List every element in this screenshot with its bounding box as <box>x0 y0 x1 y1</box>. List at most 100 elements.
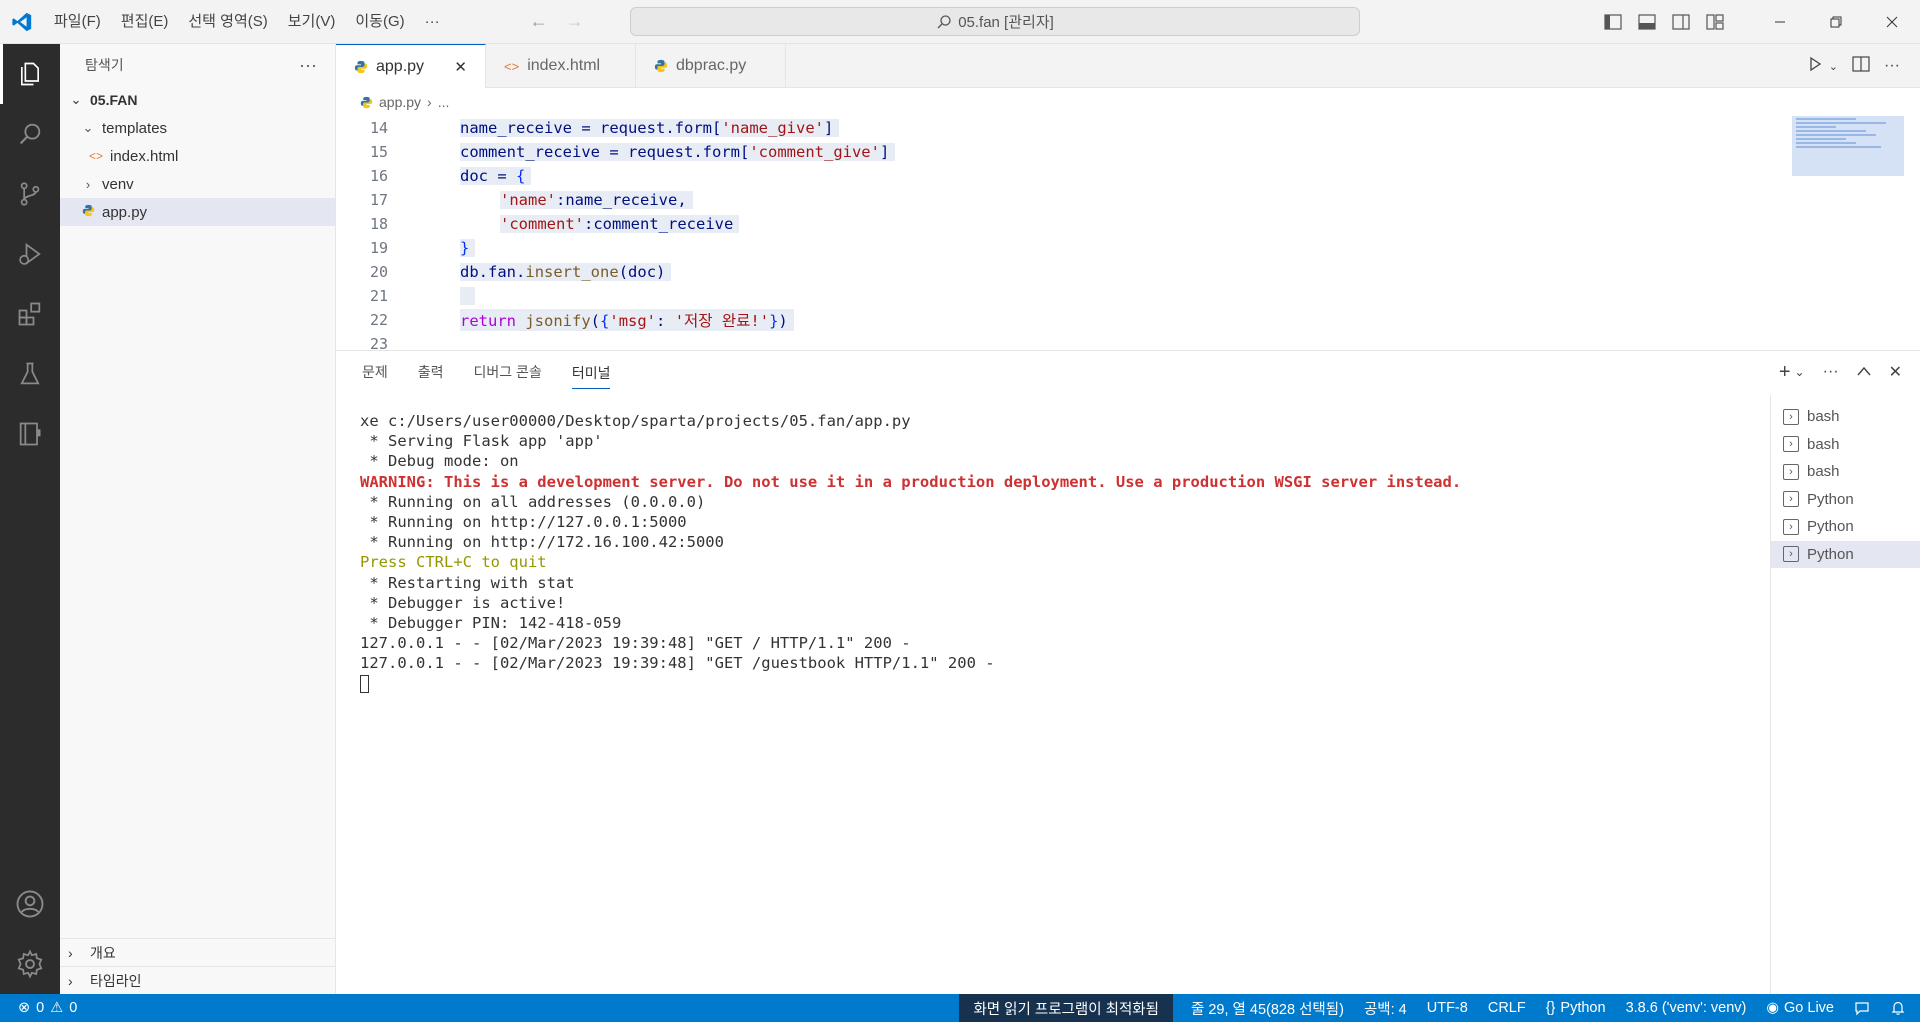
chevron-right-icon: › <box>68 972 73 989</box>
line-number: 14 <box>369 119 388 137</box>
tab-dbprac-py[interactable]: dbprac.py <box>636 44 786 88</box>
menu-view[interactable]: 보기(V) <box>278 7 346 37</box>
terminal-instance[interactable]: › Python <box>1771 540 1920 568</box>
tree-item-index-html[interactable]: <> index.html <box>60 142 335 170</box>
notifications-bell-icon[interactable] <box>1880 994 1920 1022</box>
line-number: 22 <box>369 311 388 329</box>
testing-flask-icon[interactable] <box>0 344 60 404</box>
search-icon <box>937 14 951 28</box>
code-editor[interactable]: 14 name_receive = request.form['name_giv… <box>336 116 1920 350</box>
run-python-icon[interactable] <box>1807 56 1823 77</box>
python-interpreter[interactable]: 3.8.6 ('venv': venv) <box>1616 994 1757 1022</box>
code-text: db.fan.insert_one(doc) <box>460 263 672 281</box>
run-debug-icon[interactable] <box>0 224 60 284</box>
menu-file[interactable]: 파일(F) <box>44 7 111 37</box>
feedback-icon[interactable] <box>1844 994 1880 1022</box>
accounts-icon[interactable] <box>0 874 60 934</box>
terminal-instance-label: bash <box>1807 435 1840 453</box>
go-live-button[interactable]: ◉ Go Live <box>1756 994 1844 1022</box>
breadcrumb-more[interactable]: ... <box>438 94 450 110</box>
code-line: 18 'comment':comment_receive <box>336 212 1920 236</box>
close-tab-icon[interactable]: ✕ <box>454 58 467 76</box>
command-center-search[interactable]: 05.fan [관리자] <box>630 7 1360 36</box>
warning-icon: ⚠ <box>50 1000 64 1016</box>
minimap[interactable] <box>1792 116 1904 176</box>
line-number: 15 <box>369 143 388 161</box>
terminal-instance[interactable]: › bash <box>1771 458 1920 486</box>
terminal-instance-label: bash <box>1807 408 1840 426</box>
line-number: 16 <box>369 167 388 185</box>
breadcrumb-file[interactable]: app.py <box>379 94 421 110</box>
menu-more[interactable]: ··· <box>415 7 450 37</box>
eol-status[interactable]: CRLF <box>1478 994 1536 1022</box>
more-actions-icon[interactable]: ··· <box>1823 363 1839 381</box>
more-actions-icon[interactable]: ··· <box>299 55 317 76</box>
tab-terminal[interactable]: 터미널 <box>571 363 611 389</box>
customize-layout-icon[interactable] <box>1698 0 1732 44</box>
terminal-icon: › <box>1783 491 1799 508</box>
indentation-status[interactable]: 공백: 4 <box>1354 994 1417 1022</box>
timeline-section[interactable]: › 타임라인 <box>60 966 336 994</box>
outline-label: 개요 <box>90 944 116 961</box>
vscode-logo-icon <box>0 0 44 44</box>
source-control-icon[interactable] <box>0 164 60 224</box>
cursor-position[interactable]: 줄 29, 열 45(828 선택됨) <box>1181 994 1354 1022</box>
terminal-output[interactable]: xe c:/Users/user00000/Desktop/sparta/pro… <box>360 411 1760 694</box>
chevron-down-icon[interactable]: ⌄ <box>1795 365 1805 379</box>
terminal-line: Press CTRL+C to quit <box>360 553 547 572</box>
menu-go[interactable]: 이동(G) <box>345 7 414 37</box>
python-file-icon <box>80 204 96 220</box>
terminal-icon: › <box>1783 518 1799 535</box>
language-mode[interactable]: {} Python <box>1536 994 1616 1022</box>
problems-status[interactable]: ⊗ 0 ⚠ 0 <box>0 1000 77 1016</box>
restore-button[interactable] <box>1808 0 1864 44</box>
run-dropdown-icon[interactable]: ⌄ <box>1829 60 1838 73</box>
tab-label: dbprac.py <box>676 57 747 74</box>
close-window-button[interactable] <box>1864 0 1920 44</box>
screen-reader-status[interactable]: 화면 읽기 프로그램이 최적화됨 <box>959 994 1173 1022</box>
close-panel-icon[interactable]: ✕ <box>1889 362 1902 382</box>
terminal-line: 127.0.0.1 - - [02/Mar/2023 19:39:48] "GE… <box>360 654 995 673</box>
settings-gear-icon[interactable] <box>0 934 60 994</box>
remote-explorer-icon[interactable] <box>0 404 60 464</box>
explorer-icon[interactable] <box>0 44 60 104</box>
search-icon[interactable] <box>0 104 60 164</box>
activity-bar <box>0 44 60 994</box>
tree-item-app-py[interactable]: app.py <box>60 198 335 226</box>
tree-item-venv[interactable]: › venv <box>60 170 335 198</box>
terminal-instance-label: bash <box>1807 463 1840 481</box>
new-terminal-icon[interactable]: + <box>1779 361 1791 384</box>
terminal-instance[interactable]: › bash <box>1771 431 1920 459</box>
tree-item-templates[interactable]: ⌄ templates <box>60 114 335 142</box>
split-editor-icon[interactable] <box>1852 55 1870 77</box>
terminal-instance[interactable]: › Python <box>1771 513 1920 541</box>
terminal-instance[interactable]: › Python <box>1771 486 1920 514</box>
tab-app-py[interactable]: app.py ✕ <box>336 44 486 88</box>
tab-output[interactable]: 출력 <box>418 362 444 382</box>
menu-selection[interactable]: 선택 영역(S) <box>178 7 277 37</box>
toggle-secondary-sidebar-icon[interactable] <box>1664 0 1698 44</box>
folder-root[interactable]: ⌄ 05.FAN <box>60 86 335 114</box>
terminal-list: › bash › bash › bash › Python › Python › Pytho… <box>1770 395 1920 995</box>
line-number: 21 <box>369 287 388 305</box>
terminal-instance[interactable]: › bash <box>1771 403 1920 431</box>
html-icon: <> <box>504 58 520 74</box>
menu-bar: 파일(F) 편집(E) 선택 영역(S) 보기(V) 이동(G) ··· <box>44 0 450 44</box>
code-text: return jsonify({'msg': '저장 완료!'}) <box>460 309 794 331</box>
tab-index-html[interactable]: <> index.html <box>486 44 636 88</box>
encoding-status[interactable]: UTF-8 <box>1417 994 1478 1022</box>
toggle-primary-sidebar-icon[interactable] <box>1596 0 1630 44</box>
tab-debug-console[interactable]: 디버그 콘솔 <box>474 362 542 382</box>
menu-edit[interactable]: 편집(E) <box>111 7 179 37</box>
terminal-icon: › <box>1783 463 1799 480</box>
outline-section[interactable]: › 개요 <box>60 938 336 966</box>
sidebar-header: 탐색기 ··· <box>60 44 335 86</box>
tab-problems[interactable]: 문제 <box>362 362 388 382</box>
toggle-panel-icon[interactable] <box>1630 0 1664 44</box>
minimize-button[interactable] <box>1752 0 1808 44</box>
back-arrow-icon[interactable]: ← <box>530 11 548 32</box>
forward-arrow-icon[interactable]: → <box>566 11 584 32</box>
maximize-panel-icon[interactable] <box>1857 363 1871 381</box>
extensions-icon[interactable] <box>0 284 60 344</box>
more-actions-icon[interactable]: ··· <box>1884 57 1900 75</box>
